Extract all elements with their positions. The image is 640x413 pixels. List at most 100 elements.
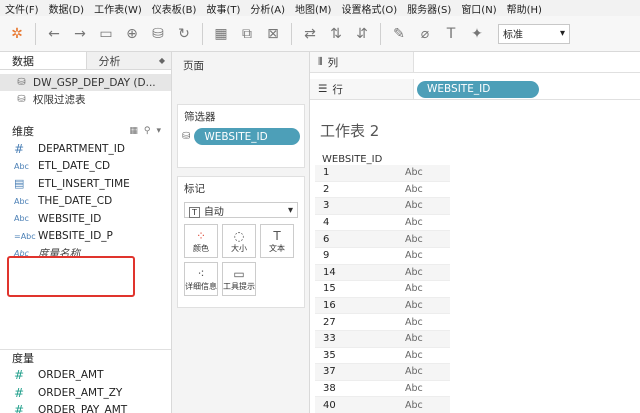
table-row[interactable]: 3 Abc bbox=[315, 198, 450, 215]
redo-icon[interactable]: → bbox=[69, 23, 91, 45]
tab-analysis[interactable]: 分析 ◆ bbox=[85, 52, 171, 69]
highlight-icon[interactable]: ✎ bbox=[388, 23, 410, 45]
abc-cell: Abc bbox=[405, 366, 423, 378]
color-button[interactable]: ⁘ 颜色 bbox=[184, 224, 218, 258]
row-value: 4 bbox=[323, 217, 330, 229]
table-row[interactable]: 4 Abc bbox=[315, 215, 450, 232]
string-icon: Abc bbox=[14, 161, 29, 171]
row-value: 40 bbox=[323, 399, 336, 411]
field-department-id[interactable]: # DEPARTMENT_ID bbox=[0, 140, 171, 158]
table-row[interactable]: 2 Abc bbox=[315, 182, 450, 199]
menu-worksheet[interactable]: 工作表(W) bbox=[89, 1, 147, 16]
columns-drop-zone[interactable] bbox=[414, 52, 640, 72]
tab-data[interactable]: 数据 bbox=[0, 52, 86, 69]
table-row[interactable]: 16 Abc bbox=[315, 297, 450, 315]
size-label: 大小 bbox=[231, 243, 247, 253]
table-row[interactable]: 38 Abc bbox=[315, 381, 450, 398]
undo-icon[interactable]: ← bbox=[43, 23, 65, 45]
table-row[interactable]: 35 Abc bbox=[315, 348, 450, 365]
row-value: 6 bbox=[323, 233, 330, 245]
table-row[interactable]: 6 Abc bbox=[315, 231, 450, 248]
annotation-highlight-box bbox=[7, 256, 135, 297]
field-label: ETL_INSERT_TIME bbox=[38, 177, 130, 190]
chevron-down-icon[interactable]: ▾ bbox=[156, 126, 161, 136]
field-website-id[interactable]: Abc WEBSITE_ID bbox=[0, 210, 171, 228]
table-row[interactable]: 33 Abc bbox=[315, 330, 450, 348]
menu-format[interactable]: 设置格式(O) bbox=[336, 1, 402, 16]
detail-button[interactable]: ⁖ 详细信息 bbox=[184, 262, 218, 296]
datasource-menu-icon[interactable]: ⛁ bbox=[147, 23, 169, 45]
field-the-date-cd[interactable]: Abc THE_DATE_CD bbox=[0, 193, 171, 211]
abc-cell: Abc bbox=[405, 383, 423, 395]
menu-bar: 文件(F) 数据(D) 工作表(W) 仪表板(B) 故事(T) 分析(A) 地图… bbox=[0, 0, 640, 16]
field-order-pay-amt[interactable]: # ORDER_PAY_AMT bbox=[0, 402, 171, 413]
filter-pill-website-id[interactable]: WEBSITE_ID bbox=[194, 128, 300, 145]
filter-db-icon: ⛁ bbox=[182, 131, 191, 142]
search-icon[interactable]: ⚲ bbox=[144, 126, 151, 136]
menu-analysis[interactable]: 分析(A) bbox=[245, 1, 290, 16]
mark-type-value: T 自动 bbox=[189, 203, 224, 218]
data-pane-tabs: 数据 分析 ◆ bbox=[0, 52, 171, 70]
columns-shelf: ⦀ 列 bbox=[310, 52, 640, 73]
table-row[interactable]: 37 Abc bbox=[315, 364, 450, 381]
menu-story[interactable]: 故事(T) bbox=[201, 1, 245, 16]
measures-title: 度量 bbox=[12, 352, 34, 365]
menu-file[interactable]: 文件(F) bbox=[0, 1, 44, 16]
field-label: ORDER_AMT_ZY bbox=[38, 386, 123, 399]
new-datasource-icon[interactable]: ⊕ bbox=[121, 23, 143, 45]
datasource-item[interactable]: ⛁ DW_GSP_DEP_DAY (D... bbox=[0, 74, 171, 91]
menu-server[interactable]: 服务器(S) bbox=[402, 1, 456, 16]
menu-data[interactable]: 数据(D) bbox=[44, 1, 90, 16]
row-pill-website-id[interactable]: WEBSITE_ID bbox=[417, 80, 539, 98]
field-order-amt[interactable]: # ORDER_AMT bbox=[0, 367, 171, 385]
table-row[interactable]: 40 Abc bbox=[315, 397, 450, 413]
sort-descending-icon[interactable]: ⇵ bbox=[351, 23, 373, 45]
row-value: 3 bbox=[323, 200, 330, 212]
abc-cell: Abc bbox=[405, 217, 423, 229]
table-row[interactable]: 1 Abc bbox=[315, 165, 450, 182]
pin-icon[interactable]: ✦ bbox=[466, 23, 488, 45]
filter-table-name: 权限过滤表 bbox=[33, 94, 86, 106]
text-button[interactable]: T 文本 bbox=[260, 224, 294, 258]
menu-window[interactable]: 窗口(N) bbox=[456, 1, 501, 16]
new-worksheet-icon[interactable]: ▦ bbox=[210, 23, 232, 45]
filter-table-item[interactable]: ⛁ 权限过滤表 bbox=[0, 91, 171, 108]
tableau-logo-icon[interactable]: ✲ bbox=[6, 23, 28, 45]
field-etl-insert-time[interactable]: ▤ ETL_INSERT_TIME bbox=[0, 175, 171, 193]
field-etl-date-cd[interactable]: Abc ETL_DATE_CD bbox=[0, 158, 171, 176]
grid-view-icon[interactable]: ▦ bbox=[129, 126, 138, 136]
database-icon: ⛁ bbox=[17, 77, 26, 88]
menu-help[interactable]: 帮助(H) bbox=[502, 1, 547, 16]
field-order-amt-zy[interactable]: # ORDER_AMT_ZY bbox=[0, 384, 171, 402]
field-website-id-p[interactable]: =Abc WEBSITE_ID_P bbox=[0, 228, 171, 246]
rows-drop-zone[interactable]: WEBSITE_ID bbox=[414, 79, 640, 99]
datasource-name: DW_GSP_DEP_DAY (D... bbox=[33, 76, 156, 89]
size-button[interactable]: ◌ 大小 bbox=[222, 224, 256, 258]
table-row[interactable]: 15 Abc bbox=[315, 281, 450, 298]
detail-label: 详细信息 bbox=[185, 281, 217, 291]
chevron-down-icon: ▾ bbox=[559, 28, 565, 39]
caret-icon[interactable]: ◆ bbox=[159, 56, 165, 65]
mark-type-select[interactable]: T 自动 ▾ bbox=[184, 202, 298, 218]
abc-cell: Abc bbox=[405, 283, 423, 295]
text-label: 文本 bbox=[269, 243, 285, 253]
attach-icon[interactable]: ⌀ bbox=[414, 23, 436, 45]
swap-icon[interactable]: ⇄ bbox=[299, 23, 321, 45]
clear-sheet-icon[interactable]: ⊠ bbox=[262, 23, 284, 45]
duplicate-sheet-icon[interactable]: ⧉ bbox=[236, 23, 258, 45]
sort-ascending-icon[interactable]: ⇅ bbox=[325, 23, 347, 45]
labels-icon[interactable]: T bbox=[440, 23, 462, 45]
refresh-icon[interactable]: ↻ bbox=[173, 23, 195, 45]
size-icon: ◌ bbox=[233, 228, 245, 243]
save-icon[interactable]: ▭ bbox=[95, 23, 117, 45]
table-row[interactable]: 27 Abc bbox=[315, 314, 450, 331]
table-row[interactable]: 14 Abc bbox=[315, 264, 450, 282]
color-icon: ⁘ bbox=[195, 228, 207, 243]
fit-select[interactable]: 标准 ▾ bbox=[498, 23, 570, 44]
dimensions-tools: ▦ ⚲ ▾ bbox=[129, 126, 161, 136]
table-row[interactable]: 9 Abc bbox=[315, 248, 450, 265]
menu-dashboard[interactable]: 仪表板(B) bbox=[147, 1, 202, 16]
tooltip-button[interactable]: ▭ 工具提示 bbox=[222, 262, 256, 296]
menu-map[interactable]: 地图(M) bbox=[290, 1, 336, 16]
number-icon: # bbox=[14, 368, 25, 383]
